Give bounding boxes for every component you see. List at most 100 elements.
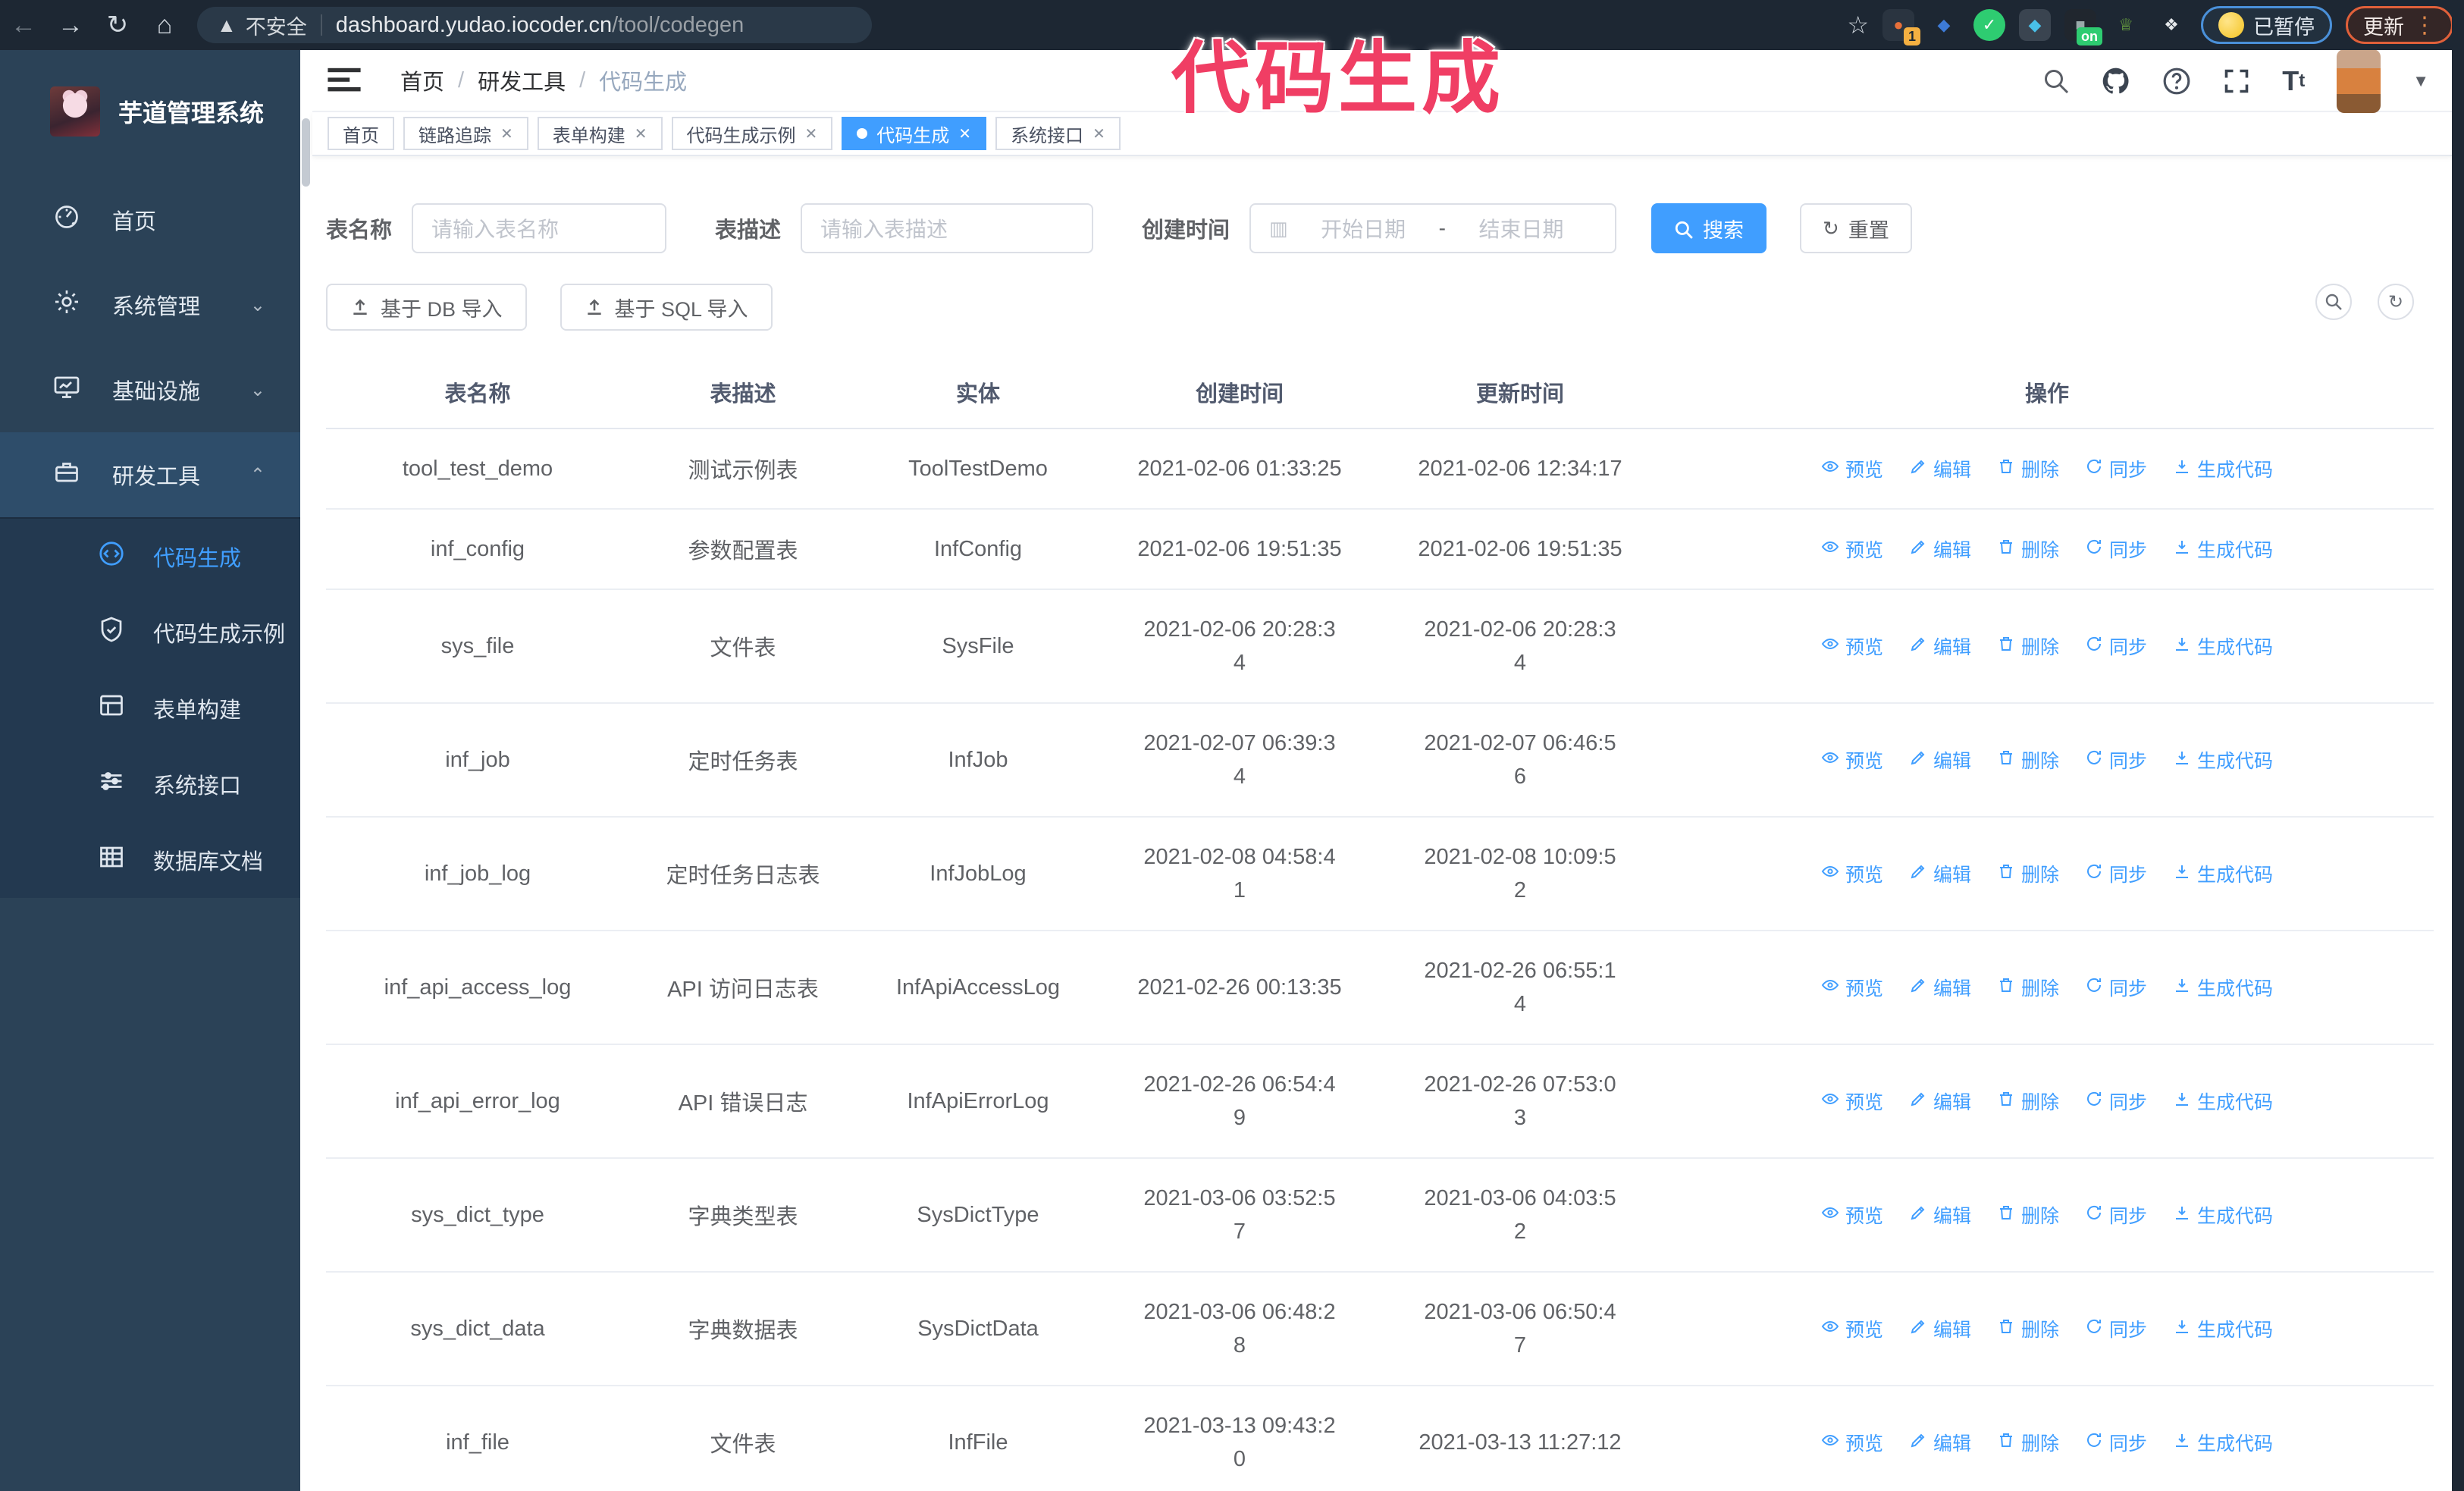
import-sql-button[interactable]: 基于 SQL 导入 [560,284,773,331]
update-button[interactable]: 更新 ⋮ [2346,6,2453,44]
row-action-edit[interactable]: 编辑 [1909,1429,1971,1456]
row-action-sync[interactable]: 同步 [2085,974,2147,1001]
sidebar-subitem-0[interactable]: 代码生成 [0,519,300,595]
row-action-sync[interactable]: 同步 [2085,455,2147,482]
help-icon[interactable] [2162,67,2191,96]
row-action-preview[interactable]: 预览 [1821,455,1883,482]
row-action-sync[interactable]: 同步 [2085,1429,2147,1456]
window-scrollbar[interactable] [2452,0,2464,1491]
sidebar-scrollbar[interactable] [300,50,312,1491]
row-action-preview[interactable]: 预览 [1821,1201,1883,1229]
forward-icon[interactable]: → [47,11,94,40]
tab-1[interactable]: 链路追踪 ✕ [403,117,528,150]
row-action-preview[interactable]: 预览 [1821,1315,1883,1342]
row-action-delete[interactable]: 删除 [1997,1088,2059,1115]
hamburger-icon[interactable] [328,67,370,94]
sidebar-item-3[interactable]: 研发工具 ⌃ [0,432,300,517]
search-icon[interactable] [2042,67,2070,95]
tab-2[interactable]: 表单构建 ✕ [537,117,663,150]
tab-4[interactable]: 代码生成 ✕ [842,117,987,150]
breadcrumb-item-0[interactable]: 首页 [400,64,444,96]
row-action-sync[interactable]: 同步 [2085,632,2147,660]
import-db-button[interactable]: 基于 DB 导入 [326,284,527,331]
sidebar-item-0[interactable]: 首页 [0,177,300,262]
close-icon[interactable]: ✕ [958,124,971,143]
row-action-edit[interactable]: 编辑 [1909,860,1971,887]
table-name-input[interactable]: 请输入表名称 [412,203,667,253]
tab-5[interactable]: 系统接口 ✕ [995,117,1121,150]
row-action-sync[interactable]: 同步 [2085,860,2147,887]
avatar[interactable] [2337,49,2381,113]
row-action-delete[interactable]: 删除 [1997,974,2059,1001]
row-action-generate[interactable]: 生成代码 [2173,535,2273,563]
sidebar-item-2[interactable]: 基础设施 ⌄ [0,347,300,432]
row-action-preview[interactable]: 预览 [1821,974,1883,1001]
row-action-delete[interactable]: 删除 [1997,1315,2059,1342]
row-action-generate[interactable]: 生成代码 [2173,1201,2273,1229]
row-action-sync[interactable]: 同步 [2085,1201,2147,1229]
back-icon[interactable]: ← [0,11,47,40]
paused-badge[interactable]: 已暂停 [2201,6,2332,44]
extension-on-icon[interactable]: ■ on [2064,9,2102,46]
row-action-sync[interactable]: 同步 [2085,535,2147,563]
row-action-preview[interactable]: 预览 [1821,1429,1883,1456]
table-desc-input[interactable]: 请输入表描述 [801,203,1094,253]
caret-down-icon[interactable]: ▼ [2412,71,2429,91]
refresh-icon[interactable]: ↻ [2378,284,2414,320]
home-icon[interactable]: ⌂ [141,11,188,40]
sidebar-subitem-3[interactable]: 系统接口 [0,746,300,822]
sidebar-item-1[interactable]: 系统管理 ⌄ [0,262,300,347]
row-action-delete[interactable]: 删除 [1997,860,2059,887]
font-size-icon[interactable]: Tt [2282,65,2305,97]
sidebar-subitem-2[interactable]: 表单构建 [0,670,300,746]
row-action-generate[interactable]: 生成代码 [2173,974,2273,1001]
row-action-preview[interactable]: 预览 [1821,1088,1883,1115]
sidebar-subitem-4[interactable]: 数据库文档 [0,822,300,898]
row-action-delete[interactable]: 删除 [1997,632,2059,660]
row-action-generate[interactable]: 生成代码 [2173,860,2273,887]
row-action-edit[interactable]: 编辑 [1909,974,1971,1001]
breadcrumb-item-1[interactable]: 研发工具 [478,64,566,96]
browser-menu-icon[interactable]: ⋮ [2413,12,2436,39]
row-action-delete[interactable]: 删除 [1997,535,2059,563]
reload-icon[interactable]: ↻ [94,10,141,40]
app-logo-row[interactable]: 芋道管理系统 [0,50,300,149]
row-action-generate[interactable]: 生成代码 [2173,632,2273,660]
row-action-preview[interactable]: 预览 [1821,860,1883,887]
extension-icon-1[interactable]: ● 1 [1882,9,1920,46]
row-action-edit[interactable]: 编辑 [1909,535,1971,563]
toggle-search-icon[interactable] [2315,284,2352,320]
tab-0[interactable]: 首页 [328,117,394,150]
date-range-picker[interactable]: ▥ 开始日期 - 结束日期 [1249,203,1617,253]
row-action-preview[interactable]: 预览 [1821,535,1883,563]
fullscreen-icon[interactable] [2223,67,2250,95]
row-action-generate[interactable]: 生成代码 [2173,746,2273,774]
row-action-edit[interactable]: 编辑 [1909,1315,1971,1342]
close-icon[interactable]: ✕ [500,124,513,143]
row-action-sync[interactable]: 同步 [2085,1088,2147,1115]
bookmark-star-icon[interactable]: ☆ [1847,11,1869,39]
row-action-delete[interactable]: 删除 [1997,455,2059,482]
row-action-edit[interactable]: 编辑 [1909,1088,1971,1115]
extension-robot-icon[interactable]: ♕ [2110,9,2142,41]
row-action-edit[interactable]: 编辑 [1909,632,1971,660]
extension-gem-icon[interactable]: ◆ [1928,9,1960,41]
row-action-edit[interactable]: 编辑 [1909,455,1971,482]
extensions-puzzle-icon[interactable]: ❖ [2155,9,2187,41]
row-action-preview[interactable]: 预览 [1821,746,1883,774]
extension-check-icon[interactable]: ✓ [1973,9,2005,41]
row-action-delete[interactable]: 删除 [1997,1429,2059,1456]
row-action-generate[interactable]: 生成代码 [2173,1315,2273,1342]
row-action-delete[interactable]: 删除 [1997,1201,2059,1229]
address-bar[interactable]: ▲ 不安全 dashboard.yudao.iocoder.cn /tool/c… [197,7,872,43]
row-action-generate[interactable]: 生成代码 [2173,1429,2273,1456]
row-action-generate[interactable]: 生成代码 [2173,1088,2273,1115]
row-action-sync[interactable]: 同步 [2085,1315,2147,1342]
close-icon[interactable]: ✕ [1092,124,1105,143]
tab-3[interactable]: 代码生成示例 ✕ [671,117,833,150]
row-action-edit[interactable]: 编辑 [1909,746,1971,774]
extension-grid-icon[interactable]: ◆ [2019,9,2051,41]
github-icon[interactable] [2102,67,2130,96]
reset-button[interactable]: ↻ 重置 [1800,203,1912,253]
row-action-preview[interactable]: 预览 [1821,632,1883,660]
